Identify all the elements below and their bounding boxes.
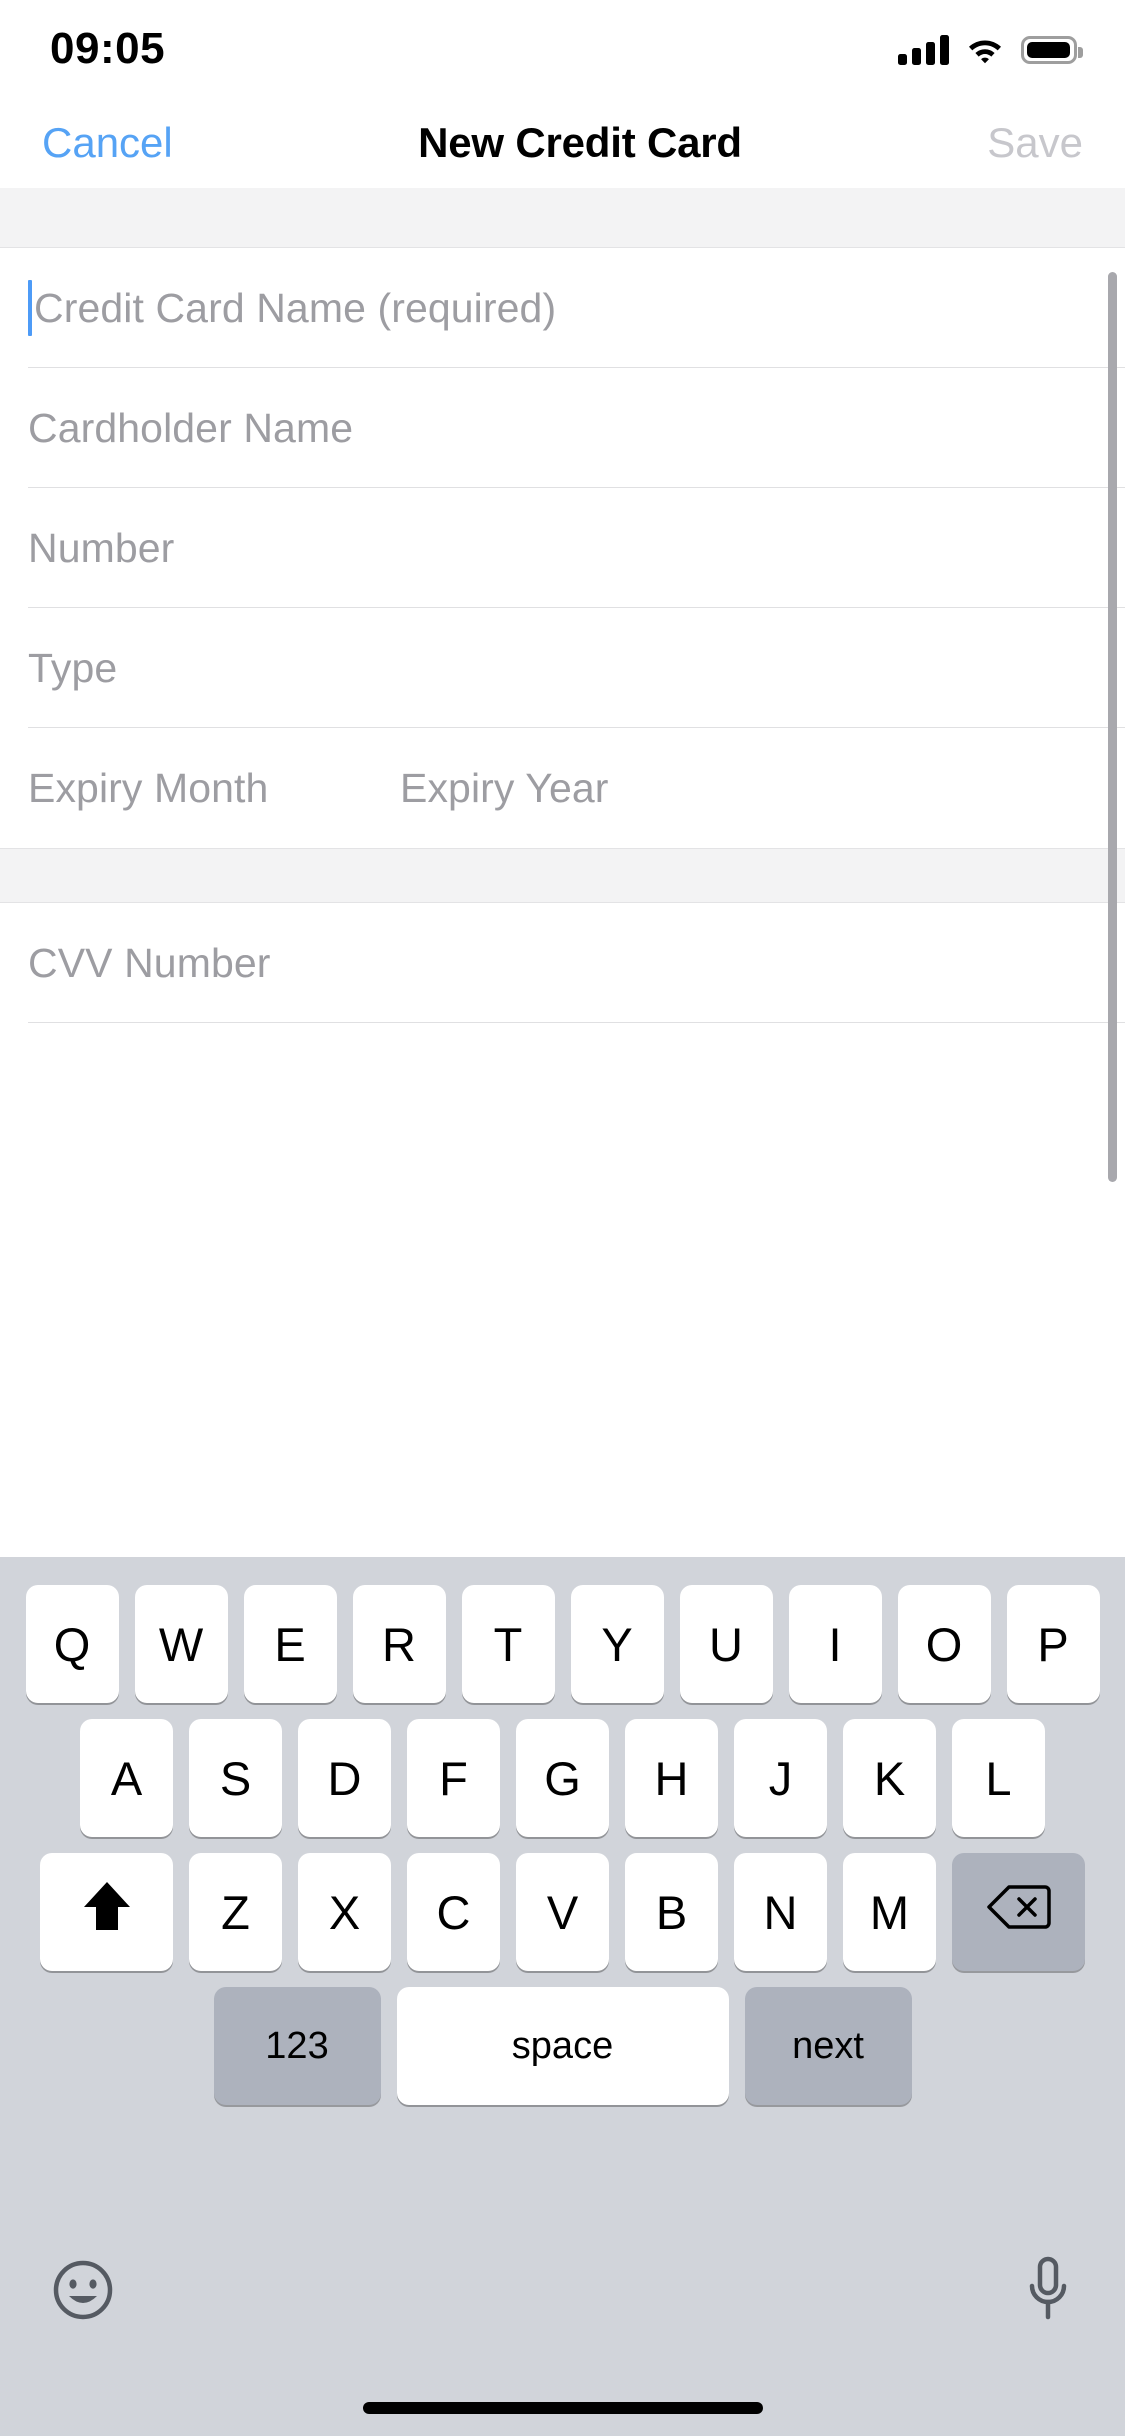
microphone-icon (1023, 2256, 1073, 2329)
shift-key[interactable] (40, 1853, 173, 1971)
key-w[interactable]: W (134, 1585, 228, 1703)
key-p[interactable]: P (1006, 1585, 1100, 1703)
cardholder-name-placeholder: Cardholder Name (28, 404, 354, 451)
key-m[interactable]: M (843, 1853, 936, 1971)
status-bar-icons (898, 33, 1083, 67)
cvv-number-field[interactable]: CVV Number (0, 903, 1125, 1023)
key-v[interactable]: V (516, 1853, 609, 1971)
keyboard-row-3: Z X C V B N M (0, 1853, 1125, 1971)
key-x[interactable]: X (298, 1853, 391, 1971)
on-screen-keyboard: Q W E R T Y U I O P A S D F G H J K L Z … (0, 1557, 1125, 2436)
card-type-placeholder: Type (28, 644, 118, 691)
keyboard-row-1: Q W E R T Y U I O P (0, 1585, 1125, 1703)
key-d[interactable]: D (298, 1719, 391, 1837)
section-spacer-middle (0, 848, 1125, 903)
next-key[interactable]: next (744, 1987, 912, 2105)
cardholder-name-field[interactable]: Cardholder Name (0, 368, 1125, 488)
key-q[interactable]: Q (25, 1585, 119, 1703)
key-k[interactable]: K (843, 1719, 936, 1837)
card-type-field[interactable]: Type (0, 608, 1125, 728)
key-y[interactable]: Y (570, 1585, 664, 1703)
expiry-year-field[interactable]: Expiry Year (400, 765, 609, 812)
status-bar: 09:05 (0, 0, 1125, 98)
page-title: New Credit Card (418, 119, 742, 166)
card-number-field[interactable]: Number (0, 488, 1125, 608)
save-button[interactable]: Save (987, 119, 1083, 167)
phone-screen: 09:05 Cancel New Credit Card Save Credit… (0, 0, 1125, 2436)
cancel-button[interactable]: Cancel (42, 119, 173, 167)
key-h[interactable]: H (625, 1719, 718, 1837)
emoji-key[interactable] (52, 2259, 114, 2321)
key-t[interactable]: T (461, 1585, 555, 1703)
battery-icon (1021, 36, 1083, 64)
form-section-cvv: CVV Number (0, 903, 1125, 1023)
key-g[interactable]: G (516, 1719, 609, 1837)
key-f[interactable]: F (407, 1719, 500, 1837)
cellular-signal-icon (898, 35, 949, 65)
emoji-smiley-icon (52, 2260, 114, 2325)
backspace-delete-icon (986, 1883, 1051, 1942)
microphone-key[interactable] (1023, 2255, 1073, 2325)
key-a[interactable]: A (80, 1719, 173, 1837)
home-indicator[interactable] (362, 2402, 763, 2414)
key-z[interactable]: Z (189, 1853, 282, 1971)
expiry-month-field[interactable]: Expiry Month (28, 765, 400, 812)
status-bar-time: 09:05 (50, 24, 166, 73)
credit-card-name-placeholder: Credit Card Name (required) (34, 284, 557, 331)
key-l[interactable]: L (952, 1719, 1045, 1837)
text-cursor (28, 280, 32, 336)
key-i[interactable]: I (788, 1585, 882, 1703)
credit-card-name-field[interactable]: Credit Card Name (required) (0, 248, 1125, 368)
key-n[interactable]: N (734, 1853, 827, 1971)
key-o[interactable]: O (897, 1585, 991, 1703)
key-j[interactable]: J (734, 1719, 827, 1837)
card-number-placeholder: Number (28, 524, 175, 571)
key-b[interactable]: B (625, 1853, 718, 1971)
key-e[interactable]: E (243, 1585, 337, 1703)
key-c[interactable]: C (407, 1853, 500, 1971)
keyboard-bottom-bar (0, 2211, 1125, 2436)
space-key[interactable]: space (396, 1987, 729, 2105)
shift-up-arrow-icon (80, 1878, 134, 1947)
navigation-bar: Cancel New Credit Card Save (0, 98, 1125, 188)
backspace-key[interactable] (952, 1853, 1085, 1971)
key-r[interactable]: R (352, 1585, 446, 1703)
cvv-number-placeholder: CVV Number (28, 939, 271, 986)
expiry-month-placeholder: Expiry Month (28, 764, 269, 811)
numbers-key[interactable]: 123 (213, 1987, 381, 2105)
key-u[interactable]: U (679, 1585, 773, 1703)
wifi-icon (966, 35, 1004, 65)
section-spacer-top (0, 188, 1125, 248)
vertical-scrollbar[interactable] (1108, 272, 1117, 1182)
keyboard-row-2: A S D F G H J K L (0, 1719, 1125, 1837)
key-s[interactable]: S (189, 1719, 282, 1837)
form-section-card-details: Credit Card Name (required) Cardholder N… (0, 248, 1125, 848)
form-scroll-area[interactable]: Credit Card Name (required) Cardholder N… (0, 188, 1125, 1557)
expiry-row: Expiry Month Expiry Year (0, 728, 1125, 848)
expiry-year-placeholder: Expiry Year (400, 764, 609, 811)
keyboard-row-4: 123 space next (0, 1987, 1125, 2105)
